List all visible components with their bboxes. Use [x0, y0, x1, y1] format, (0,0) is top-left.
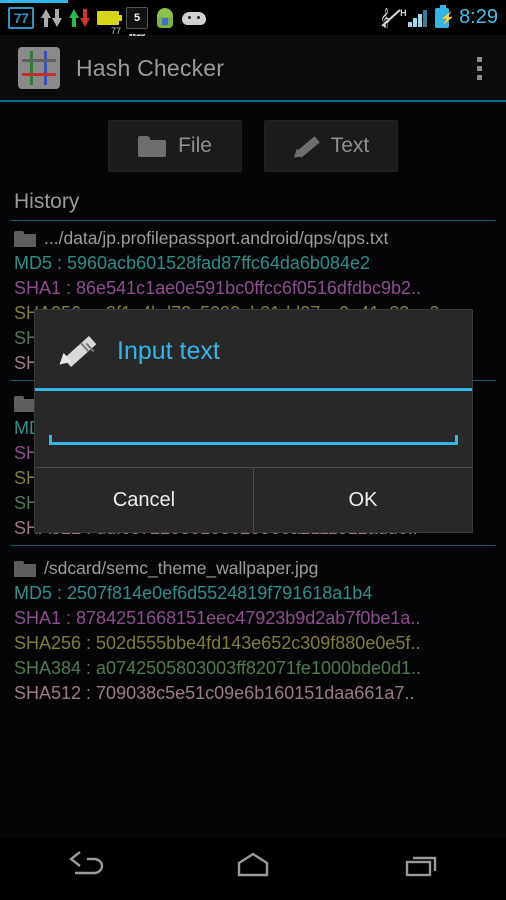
- dialog-body: [35, 391, 472, 467]
- ok-button[interactable]: OK: [254, 468, 472, 532]
- dialog-button-row: Cancel OK: [35, 468, 472, 532]
- text-input-field[interactable]: [49, 409, 458, 445]
- recent-apps-icon[interactable]: [390, 849, 454, 889]
- system-navigation-bar: [0, 838, 506, 900]
- input-text-dialog: Input text Cancel OK: [35, 310, 472, 532]
- pencil-icon: [55, 330, 99, 372]
- home-icon[interactable]: [221, 849, 285, 889]
- phone-screen: 77 77 5 WED 𝄞: [0, 0, 506, 900]
- dialog-header: Input text: [35, 310, 472, 388]
- dialog-title: Input text: [117, 336, 220, 365]
- back-icon[interactable]: [52, 849, 116, 889]
- text-input[interactable]: [49, 409, 458, 443]
- cancel-button[interactable]: Cancel: [35, 468, 253, 532]
